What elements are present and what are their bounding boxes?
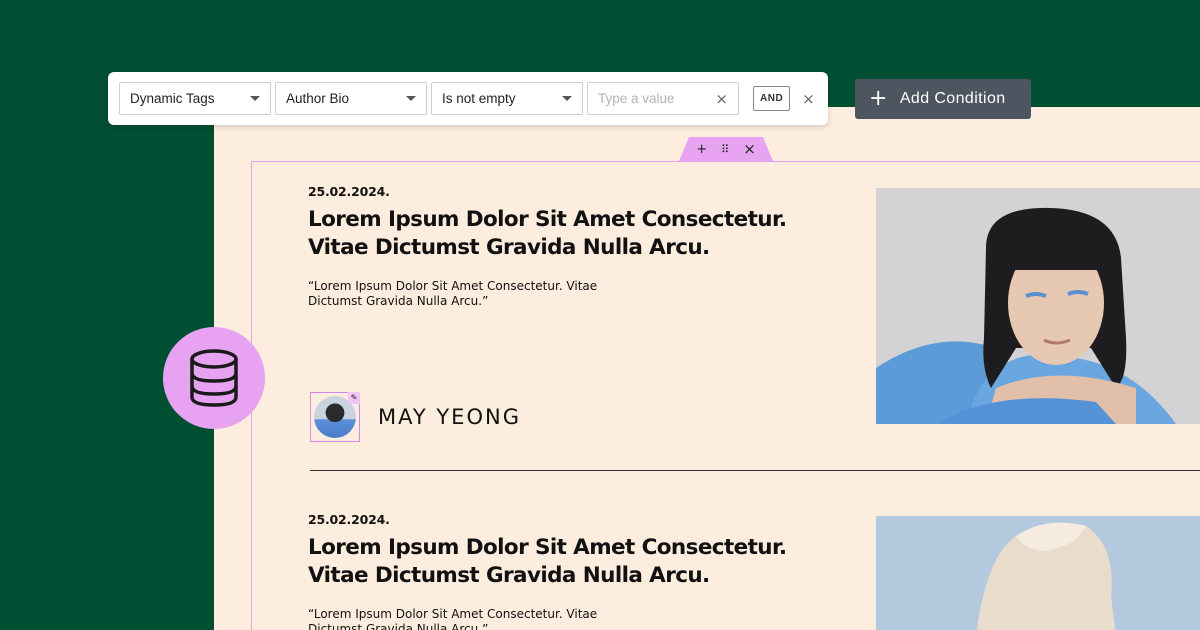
- author-avatar[interactable]: ✎: [310, 392, 360, 442]
- select-value: Dynamic Tags: [130, 91, 215, 106]
- post-item: 25.02.2024. Lorem Ipsum Dolor Sit Amet C…: [308, 184, 828, 309]
- and-button[interactable]: AND: [753, 86, 791, 111]
- select-value: Author Bio: [286, 91, 350, 106]
- dynamic-tags-select[interactable]: Dynamic Tags: [119, 82, 271, 115]
- chevron-down-icon: [406, 96, 416, 101]
- page-canvas: + ⠿ × 25.02.2024. Lorem Ipsum Dolor Sit …: [214, 107, 1200, 630]
- post-excerpt: “Lorem Ipsum Dolor Sit Amet Consectetur.…: [308, 607, 598, 630]
- post-image: [876, 188, 1200, 424]
- post-title[interactable]: Lorem Ipsum Dolor Sit Amet Consectetur. …: [308, 534, 828, 590]
- clear-value-icon[interactable]: ×: [715, 90, 728, 108]
- chevron-down-icon: [250, 96, 260, 101]
- operator-select[interactable]: Is not empty: [431, 82, 583, 115]
- drag-handle-icon[interactable]: ⠿: [721, 143, 729, 156]
- post-title[interactable]: Lorem Ipsum Dolor Sit Amet Consectetur. …: [308, 206, 828, 262]
- post-excerpt: “Lorem Ipsum Dolor Sit Amet Consectetur.…: [308, 279, 598, 308]
- add-section-icon[interactable]: +: [696, 142, 707, 157]
- condition-filter-bar: Dynamic Tags Author Bio Is not empty × A…: [108, 72, 828, 125]
- edit-pencil-icon[interactable]: ✎: [348, 392, 360, 404]
- section-handle[interactable]: + ⠿ ×: [679, 137, 773, 161]
- chevron-down-icon: [562, 96, 572, 101]
- remove-condition-icon[interactable]: ×: [802, 90, 815, 108]
- database-icon: [163, 327, 265, 429]
- field-select[interactable]: Author Bio: [275, 82, 427, 115]
- author-name: MAY YEONG: [378, 405, 521, 429]
- plus-icon: +: [869, 86, 888, 111]
- value-input[interactable]: [598, 91, 708, 106]
- post-image: [876, 516, 1200, 630]
- delete-section-icon[interactable]: ×: [743, 140, 756, 158]
- add-condition-button[interactable]: + Add Condition: [855, 79, 1031, 119]
- post-item: 25.02.2024. Lorem Ipsum Dolor Sit Amet C…: [308, 512, 828, 630]
- author-block: ✎ MAY YEONG: [310, 392, 521, 442]
- value-field[interactable]: ×: [587, 82, 739, 115]
- post-date: 25.02.2024.: [308, 512, 390, 527]
- add-condition-label: Add Condition: [899, 90, 1006, 107]
- post-date: 25.02.2024.: [308, 184, 390, 199]
- select-value: Is not empty: [442, 91, 516, 106]
- post-divider: [310, 470, 1200, 471]
